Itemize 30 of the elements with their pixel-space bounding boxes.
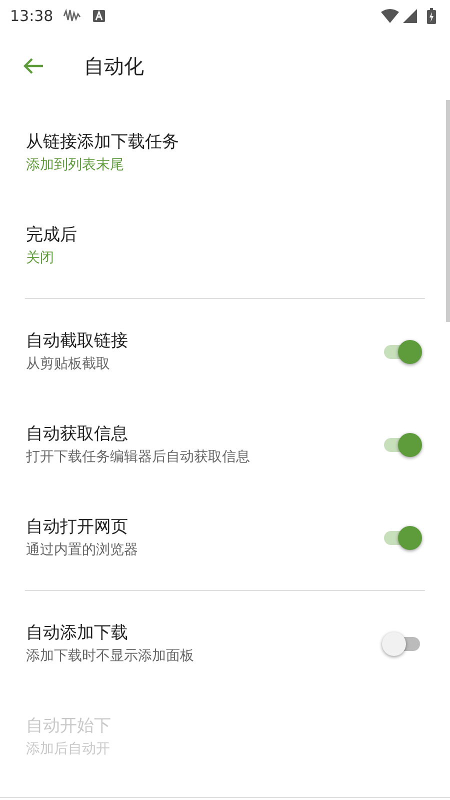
preference-summary: 通过内置的浏览器 — [26, 540, 139, 560]
preference-value: 关闭 — [26, 248, 55, 268]
preference-row[interactable]: 自动获取信息 打开下载任务编辑器后自动获取信息 — [0, 398, 450, 491]
toggle-switch[interactable] — [382, 526, 422, 550]
preference-row[interactable]: 自动添加下载 添加下载时不显示添加面板 — [0, 597, 450, 690]
back-arrow-icon[interactable] — [22, 57, 44, 75]
signal-icon — [403, 9, 417, 23]
preference-title: 自动打开网页 — [26, 516, 129, 538]
app-notification-icon — [93, 10, 106, 22]
toggle-switch[interactable] — [382, 340, 422, 364]
toggle-switch[interactable] — [382, 632, 422, 656]
preference-title: 自动获取信息 — [26, 422, 129, 446]
preference-title: 从链接添加下载任务 — [26, 130, 180, 154]
preference-title: 自动截取链接 — [26, 330, 129, 352]
preference-row[interactable]: 自动截取链接 从剪贴板截取 — [0, 305, 450, 398]
preference-summary: 从剪贴板截取 — [26, 354, 111, 374]
preference-value: 添加到列表末尾 — [26, 156, 125, 174]
preference-summary: 添加下载时不显示添加面板 — [26, 646, 195, 666]
toggle-switch[interactable] — [382, 432, 422, 456]
preference-summary: 打开下载任务编辑器后自动获取信息 — [26, 448, 251, 466]
status-time: 13:38 — [10, 6, 54, 27]
preference-row[interactable]: 从链接添加下载任务 添加到列表末尾 — [0, 106, 450, 199]
preference-title: 完成后 — [26, 224, 78, 246]
battery-icon — [427, 8, 436, 24]
wifi-icon — [381, 9, 399, 23]
screen-title: 自动化 — [84, 53, 144, 80]
preference-row[interactable]: 自动打开网页 通过内置的浏览器 — [0, 491, 450, 584]
preference-row[interactable]: 完成后 关闭 — [0, 199, 450, 292]
preference-title: 自动添加下载 — [26, 622, 129, 644]
notification-icon — [63, 8, 82, 24]
